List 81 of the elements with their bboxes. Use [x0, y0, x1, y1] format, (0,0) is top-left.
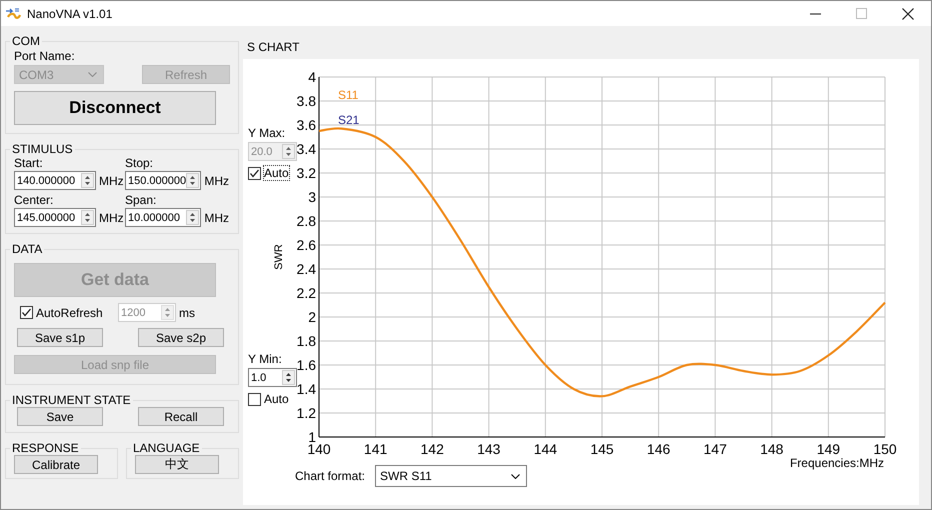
checkbox-icon — [248, 166, 261, 180]
spinner-icon — [186, 210, 200, 225]
tick-label: 3 — [308, 189, 316, 205]
calibrate-button[interactable]: Calibrate — [14, 455, 98, 474]
unit-label: MHz — [99, 174, 124, 188]
legend-label: S11 — [338, 88, 358, 102]
spinner-icon — [81, 173, 94, 188]
tick-label: 2 — [308, 309, 316, 325]
axis-title: SWR — [273, 244, 285, 270]
field-label: Stop: — [125, 156, 154, 170]
field-label: Span: — [125, 193, 158, 207]
minimize-icon[interactable] — [810, 12, 821, 14]
group-label: LANGUAGE — [132, 441, 201, 455]
tick-label: 2.4 — [296, 261, 316, 277]
unit-label: MHz — [204, 210, 229, 224]
chevron-icon — [88, 72, 97, 77]
field-label: Center: — [14, 193, 54, 207]
unit-label: MHz — [99, 210, 124, 224]
group-label: DATA — [11, 242, 44, 256]
tick-label: 141 — [364, 441, 388, 457]
group-label: INSTRUMENT STATE — [11, 393, 132, 407]
auto-refresh-checkbox[interactable]: AutoRefresh — [20, 306, 114, 320]
frequency-field[interactable]: 145.000000 — [14, 208, 96, 227]
port-name-label: Port Name: — [14, 49, 76, 63]
tick-label: 144 — [534, 441, 558, 457]
legend-label: S21 — [338, 113, 360, 127]
unit-label: ms — [179, 306, 195, 320]
spinner-icon — [161, 305, 174, 320]
field-label: Start: — [14, 156, 44, 170]
group-label: RESPONSE — [11, 441, 80, 455]
unit-label: MHz — [204, 174, 229, 188]
y-min-label: Y Min: — [248, 352, 282, 366]
tick-label: 3.6 — [296, 117, 316, 133]
tick-label: 1.4 — [296, 381, 316, 397]
tick-label: 3.4 — [296, 141, 316, 157]
x-unit-label: Frequencies:MHz — [790, 456, 884, 470]
group-label: STIMULUS — [11, 142, 74, 156]
tick-label: 2.2 — [296, 285, 316, 301]
spinner-icon — [282, 144, 295, 159]
tick-label: 145 — [590, 441, 614, 457]
tick-label: 4 — [308, 69, 316, 85]
tick-label: 142 — [420, 441, 444, 457]
language-button[interactable]: 中文 — [135, 455, 219, 474]
tick-label: 1.8 — [296, 333, 316, 349]
state-button[interactable]: Save — [17, 407, 103, 426]
tick-label: 1.2 — [296, 405, 316, 421]
chart-format-dropdown[interactable]: SWR S11 — [375, 465, 528, 487]
y-max-label: Y Max: — [248, 126, 286, 140]
group-label: S CHART — [247, 40, 300, 54]
tick-label: 148 — [760, 441, 784, 457]
tick-label: 2.8 — [296, 213, 316, 229]
window-title: NanoVNA v1.01 — [27, 6, 112, 20]
checkbox-icon — [20, 306, 33, 319]
state-button[interactable]: Recall — [138, 407, 224, 426]
disconnect-button[interactable]: Disconnect — [14, 91, 216, 125]
auto-checkbox[interactable]: Auto — [248, 392, 289, 406]
auto-checkbox[interactable]: Auto — [248, 166, 289, 180]
frequency-field[interactable]: 10.000000 — [125, 208, 202, 227]
save-button[interactable]: Save s1p — [17, 328, 103, 347]
tick-label: 149 — [816, 441, 840, 457]
frequency-field[interactable]: 140.000000 — [14, 171, 96, 190]
group-label: COM — [11, 34, 41, 48]
checkbox-icon — [248, 392, 261, 406]
chevron-icon — [511, 474, 520, 478]
app-icon — [5, 6, 21, 20]
tick-label: 3.2 — [296, 165, 316, 181]
frequency-field[interactable]: 150.000000 — [125, 171, 202, 190]
spinner-icon — [282, 370, 295, 385]
tick-label: 3.8 — [296, 93, 316, 109]
save-button[interactable]: Save s2p — [138, 328, 224, 347]
tick-label: 147 — [704, 441, 727, 457]
spinner-icon — [186, 173, 200, 188]
chart-format-label: Chart format: — [295, 469, 366, 483]
close-icon[interactable] — [902, 8, 914, 20]
tick-label: 146 — [646, 441, 670, 457]
spinner-icon — [81, 210, 94, 225]
tick-label: 150 — [873, 441, 897, 457]
tick-label: 2.6 — [296, 237, 316, 253]
tick-label: 1.6 — [296, 357, 316, 373]
tick-label: 143 — [477, 441, 500, 457]
y-min-field[interactable]: 1.0 — [248, 368, 297, 387]
